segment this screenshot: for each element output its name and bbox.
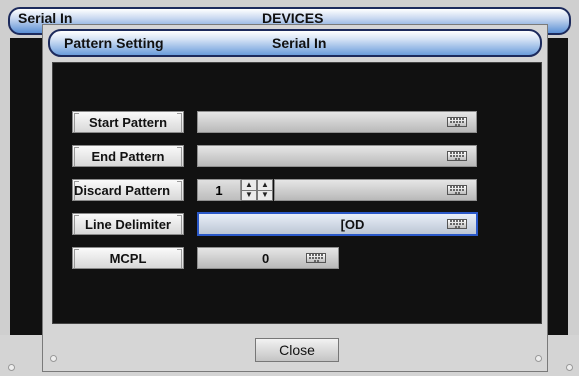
end-pattern-field[interactable] — [197, 145, 477, 167]
screw-icon — [566, 364, 573, 371]
discard-count-stepper-right[interactable]: ▲ ▼ — [257, 179, 273, 201]
arrow-down-icon[interactable]: ▼ — [258, 189, 272, 201]
line-delimiter-value: [OD — [340, 216, 365, 232]
end-pattern-label-text: End Pattern — [91, 148, 165, 164]
keyboard-icon[interactable] — [447, 117, 467, 127]
mcpl-value: 0 — [262, 250, 270, 266]
screw-icon — [8, 364, 15, 371]
arrow-up-icon[interactable]: ▲ — [258, 180, 272, 190]
end-pattern-label[interactable]: End Pattern — [72, 145, 184, 167]
discard-pattern-label[interactable]: Discard Pattern — [72, 179, 184, 201]
line-delimiter-field[interactable]: [OD — [197, 212, 478, 236]
screw-icon — [50, 355, 57, 362]
keyboard-icon[interactable] — [447, 219, 467, 229]
keyboard-icon[interactable] — [447, 151, 467, 161]
discard-pattern-label-text: Discard Pattern — [74, 182, 171, 198]
line-delimiter-label[interactable]: Line Delimiter — [72, 213, 184, 235]
line-delimiter-label-text: Line Delimiter — [85, 216, 171, 232]
close-button-label: Close — [279, 342, 315, 358]
mcpl-label-text: MCPL — [109, 250, 147, 266]
discard-count-text: 1 — [215, 182, 223, 198]
mcpl-label[interactable]: MCPL — [72, 247, 184, 269]
arrow-up-icon[interactable]: ▲ — [242, 180, 256, 190]
keyboard-icon[interactable] — [447, 185, 467, 195]
close-button[interactable]: Close — [255, 338, 339, 362]
start-pattern-label-text: Start Pattern — [88, 114, 168, 130]
start-pattern-label[interactable]: Start Pattern — [72, 111, 184, 133]
dialog-title: Pattern Setting — [64, 35, 164, 51]
discard-count-value[interactable]: 1 — [197, 179, 241, 201]
dialog-subtitle: Serial In — [272, 35, 327, 51]
keyboard-icon[interactable] — [306, 253, 326, 263]
start-pattern-field[interactable] — [197, 111, 477, 133]
background-panel-left — [10, 38, 46, 335]
discard-count-stepper-left[interactable]: ▲ ▼ — [241, 179, 257, 201]
screw-icon — [535, 355, 542, 362]
arrow-down-icon[interactable]: ▼ — [242, 189, 256, 201]
